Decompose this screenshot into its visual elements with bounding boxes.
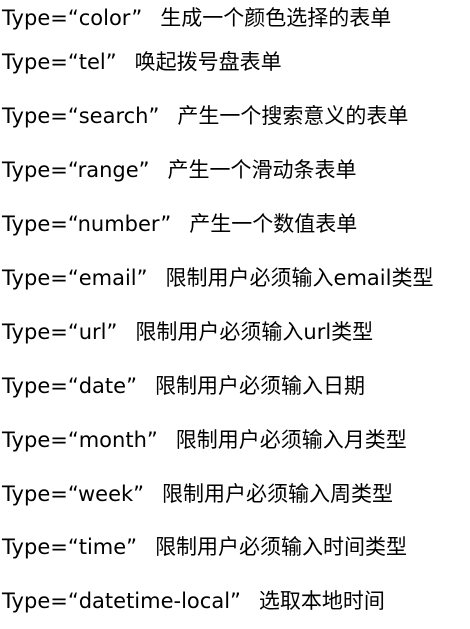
type-description: 生成一个颜色选择的表单: [160, 5, 392, 30]
list-item-month: Type = “month” 限制用户必须输入月类型: [2, 413, 468, 467]
type-keyword: Type: [2, 104, 51, 129]
equals-sign: =: [50, 535, 68, 560]
type-keyword: Type: [2, 589, 51, 614]
list-item-week: Type = “week” 限制用户必须输入周类型: [2, 467, 468, 521]
equals-sign: =: [50, 373, 68, 398]
type-description: 限制用户必须输入时间类型: [155, 535, 408, 560]
type-value: “tel”: [67, 50, 117, 75]
type-keyword: Type: [2, 266, 51, 290]
list-item-date: Type = “date” 限制用户必须输入日期: [2, 359, 468, 413]
list-item-url: Type = “url” 限制用户必须输入url类型: [2, 305, 468, 359]
list-item-search: Type = “search” 产生一个搜索意义的表单: [2, 90, 468, 144]
equals-sign: =: [50, 319, 68, 344]
type-description: 产生一个搜索意义的表单: [177, 104, 409, 129]
type-description: 限制用户必须输入周类型: [162, 481, 394, 506]
type-value: “email”: [67, 266, 148, 290]
type-value: “range”: [67, 158, 150, 183]
equals-sign: =: [50, 50, 68, 75]
equals-sign: =: [50, 427, 68, 452]
type-keyword: Type: [2, 481, 51, 506]
type-value: “time”: [67, 535, 138, 560]
type-keyword: Type: [2, 5, 51, 30]
type-keyword: Type: [2, 373, 51, 398]
type-keyword: Type: [2, 158, 51, 183]
type-description: 唤起拨号盘表单: [134, 50, 282, 75]
equals-sign: =: [50, 266, 68, 290]
list-item-tel: Type = “tel” 唤起拨号盘表单: [2, 36, 468, 90]
list-item-email: Type = “email” 限制用户必须输入email类型: [2, 252, 468, 306]
type-description: 选取本地时间: [258, 589, 385, 614]
list-item-datetime-local: Type = “datetime-local” 选取本地时间: [2, 575, 468, 629]
list-item-number: Type = “number” 产生一个数值表单: [2, 198, 468, 252]
type-description: 限制用户必须输入email类型: [165, 266, 434, 290]
type-keyword: Type: [2, 319, 51, 344]
type-description: 限制用户必须输入日期: [154, 373, 365, 398]
equals-sign: =: [50, 104, 68, 129]
type-description: 限制用户必须输入url类型: [135, 319, 374, 344]
type-value: “month”: [67, 427, 158, 452]
type-keyword: Type: [2, 212, 51, 237]
type-keyword: Type: [2, 50, 51, 75]
equals-sign: =: [50, 158, 68, 183]
type-keyword: Type: [2, 535, 51, 560]
type-value: “datetime-local”: [67, 589, 241, 614]
type-value: “url”: [67, 319, 118, 344]
type-value: “search”: [67, 104, 160, 129]
type-description: 产生一个滑动条表单: [167, 158, 357, 183]
list-item-time: Type = “time” 限制用户必须输入时间类型: [2, 521, 468, 575]
equals-sign: =: [50, 5, 68, 30]
equals-sign: =: [50, 212, 68, 237]
list-item-range: Type = “range” 产生一个滑动条表单: [2, 144, 468, 198]
list-item-color: Type = “color” 生成一个颜色选择的表单: [2, 0, 468, 36]
type-description: 产生一个数值表单: [189, 212, 358, 237]
type-value: “number”: [67, 212, 172, 237]
type-description: 限制用户必须输入月类型: [175, 427, 407, 452]
type-value: “date”: [67, 373, 137, 398]
equals-sign: =: [50, 481, 68, 506]
type-keyword: Type: [2, 427, 51, 452]
type-value: “week”: [67, 481, 145, 506]
equals-sign: =: [50, 589, 68, 614]
type-value: “color”: [67, 5, 143, 30]
input-type-list: Type = “color” 生成一个颜色选择的表单 Type = “tel” 唤起拨号盘表…: [2, 0, 468, 629]
